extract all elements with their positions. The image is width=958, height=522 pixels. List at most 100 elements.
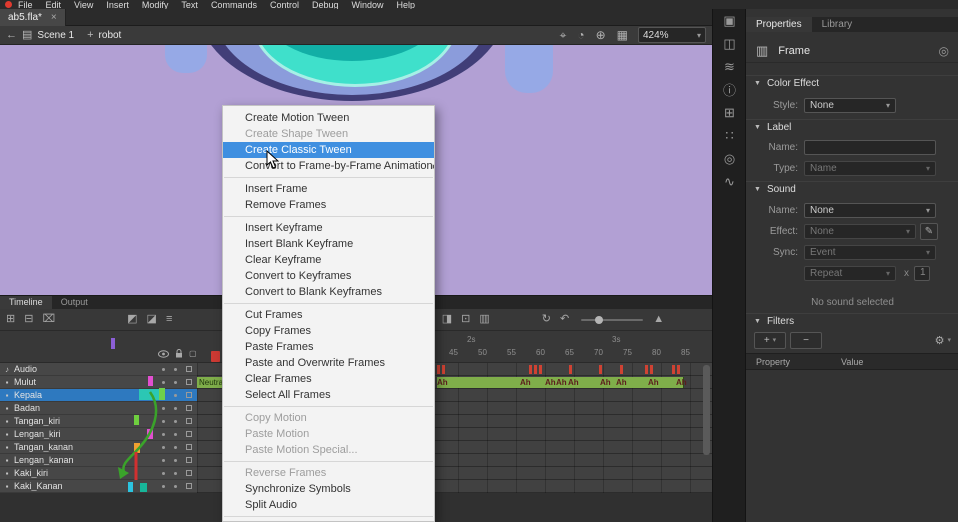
lock-dot-icon[interactable]: [174, 485, 177, 488]
zoom-select[interactable]: 424% ▾: [638, 27, 706, 43]
menu-item-convert-to-keyframes[interactable]: Convert to Keyframes: [223, 268, 434, 284]
lock-dot-icon[interactable]: [174, 433, 177, 436]
lock-icon[interactable]: [175, 349, 183, 358]
menu-item-split-audio[interactable]: Split Audio: [223, 497, 434, 513]
layer-row-kaki-kanan[interactable]: ▪Kaki_Kanan: [0, 480, 197, 493]
outline-color-swatch[interactable]: [186, 431, 192, 437]
outline-color-swatch[interactable]: [186, 457, 192, 463]
layer-row-badan[interactable]: ▪Badan: [0, 402, 197, 415]
layer-row-tangan-kiri[interactable]: ▪Tangan_kiri: [0, 415, 197, 428]
camera-icon[interactable]: ⌖: [560, 29, 567, 41]
section-sound[interactable]: ▼ Sound: [746, 181, 958, 197]
edit-multiple-frames-icon[interactable]: ≡: [166, 314, 172, 325]
step-back-icon[interactable]: ↶: [560, 314, 569, 325]
menu-window[interactable]: Window: [352, 0, 384, 9]
menu-text[interactable]: Text: [181, 0, 198, 9]
menu-item-clear-keyframe[interactable]: Clear Keyframe: [223, 252, 434, 268]
lock-dot-icon[interactable]: [174, 368, 177, 371]
lock-dot-icon[interactable]: [174, 394, 177, 397]
lock-dot-icon[interactable]: [174, 472, 177, 475]
outline-color-swatch[interactable]: [186, 392, 192, 398]
layer-row-lengan-kanan[interactable]: ▪Lengan_kanan: [0, 454, 197, 467]
layer-row-tangan-kanan[interactable]: ▪Tangan_kanan: [0, 441, 197, 454]
dots-icon[interactable]: ∷: [713, 124, 746, 147]
onion-skin-icon[interactable]: ◩: [127, 314, 137, 325]
outline-icon[interactable]: ▢: [189, 349, 197, 358]
menu-item-insert-blank-keyframe[interactable]: Insert Blank Keyframe: [223, 236, 434, 252]
clip-content-icon[interactable]: ▦: [617, 29, 628, 41]
tab-output[interactable]: Output: [52, 296, 97, 309]
chevron-down-icon[interactable]: ▾: [947, 336, 951, 344]
visibility-dot-icon[interactable]: [162, 433, 165, 436]
document-tab[interactable]: ab5.fla* ×: [0, 9, 66, 26]
layer-row-kaki-kiri[interactable]: ▪Kaki_kiri: [0, 467, 197, 480]
layer-row-mulut[interactable]: ▪Mulut: [0, 376, 197, 389]
repeat-count-input[interactable]: 1: [914, 266, 930, 281]
menu-item-select-all-frames[interactable]: Select All Frames: [223, 387, 434, 403]
fill-color-icon[interactable]: ◔: [577, 29, 584, 41]
style-select[interactable]: None: [804, 98, 896, 113]
add-filter-button[interactable]: + ▾: [754, 332, 786, 349]
motion-editor-icon[interactable]: ≋: [713, 55, 746, 78]
section-label[interactable]: ▼ Label: [746, 119, 958, 135]
tab-library[interactable]: Library: [812, 17, 863, 32]
menu-commands[interactable]: Commands: [211, 0, 257, 9]
visibility-dot-icon[interactable]: [162, 407, 165, 410]
outline-color-swatch[interactable]: [186, 418, 192, 424]
add-layer-icon[interactable]: ⊞: [6, 314, 15, 325]
menu-item-remove-frames[interactable]: Remove Frames: [223, 197, 434, 213]
menu-item-cut-frames[interactable]: Cut Frames: [223, 307, 434, 323]
visibility-dot-icon[interactable]: [162, 394, 165, 397]
menu-item-insert-frame[interactable]: Insert Frame: [223, 181, 434, 197]
menu-view[interactable]: View: [74, 0, 93, 9]
timeline-vertical-scrollbar[interactable]: [703, 365, 710, 455]
menu-modify[interactable]: Modify: [142, 0, 169, 9]
layer-row-lengan-kiri[interactable]: ▪Lengan_kiri: [0, 428, 197, 441]
close-icon[interactable]: ×: [51, 12, 57, 23]
menu-item-insert-keyframe[interactable]: Insert Keyframe: [223, 220, 434, 236]
panel-options-icon[interactable]: ◎: [939, 44, 949, 58]
visibility-dot-icon[interactable]: [162, 381, 165, 384]
sound-name-select[interactable]: None: [804, 203, 936, 218]
menu-item-paste-frames[interactable]: Paste Frames: [223, 339, 434, 355]
menu-file[interactable]: File: [18, 0, 33, 9]
delete-icon[interactable]: ⌧: [42, 314, 55, 325]
menu-item-convert-to-frame-by-frame-animation[interactable]: Convert to Frame-by-Frame Animation▸: [223, 158, 434, 174]
outline-color-swatch[interactable]: [186, 470, 192, 476]
menu-help[interactable]: Help: [397, 0, 416, 9]
menu-item-copy-frames[interactable]: Copy Frames: [223, 323, 434, 339]
menu-debug[interactable]: Debug: [312, 0, 339, 9]
menu-item-paste-and-overwrite-frames[interactable]: Paste and Overwrite Frames: [223, 355, 434, 371]
frame-picture-icon[interactable]: ◫: [713, 32, 746, 55]
visibility-dot-icon[interactable]: [162, 459, 165, 462]
lock-dot-icon[interactable]: [174, 446, 177, 449]
menu-insert[interactable]: Insert: [106, 0, 129, 9]
outline-color-swatch[interactable]: [186, 379, 192, 385]
timeline-zoom-slider[interactable]: [581, 319, 643, 321]
grid-icon[interactable]: ⊞: [713, 101, 746, 124]
visibility-dot-icon[interactable]: [162, 485, 165, 488]
frame-view-icon-2[interactable]: ◨: [442, 314, 452, 325]
layer-row-audio[interactable]: ♪Audio: [0, 363, 197, 376]
onion-outline-icon[interactable]: ◪: [147, 314, 157, 325]
frame-view-icon-3[interactable]: ⊡: [461, 314, 470, 325]
menu-edit[interactable]: Edit: [46, 0, 62, 9]
center-stage-icon[interactable]: ⊕: [596, 29, 606, 41]
add-folder-icon[interactable]: ⊟: [24, 314, 33, 325]
section-color-effect[interactable]: ▼ Color Effect: [746, 75, 958, 91]
loop-icon[interactable]: ↻: [542, 314, 551, 325]
symbol-name[interactable]: robot: [99, 30, 122, 41]
menu-item-create-motion-tween[interactable]: Create Motion Tween: [223, 110, 434, 126]
menu-control[interactable]: Control: [270, 0, 299, 9]
lock-dot-icon[interactable]: [174, 407, 177, 410]
visibility-dot-icon[interactable]: [162, 368, 165, 371]
menu-item-synchronize-symbols[interactable]: Synchronize Symbols: [223, 481, 434, 497]
history-icon[interactable]: ◎: [713, 147, 746, 170]
outline-color-swatch[interactable]: [186, 405, 192, 411]
tab-timeline[interactable]: Timeline: [0, 296, 52, 309]
frame-view-icon-4[interactable]: ▥: [479, 314, 489, 325]
layer-row-kepala[interactable]: ▪Kepala: [0, 389, 197, 402]
outline-color-swatch[interactable]: [186, 366, 192, 372]
info-icon[interactable]: ⓘ: [713, 78, 746, 101]
camera-icon[interactable]: ▣: [713, 9, 746, 32]
